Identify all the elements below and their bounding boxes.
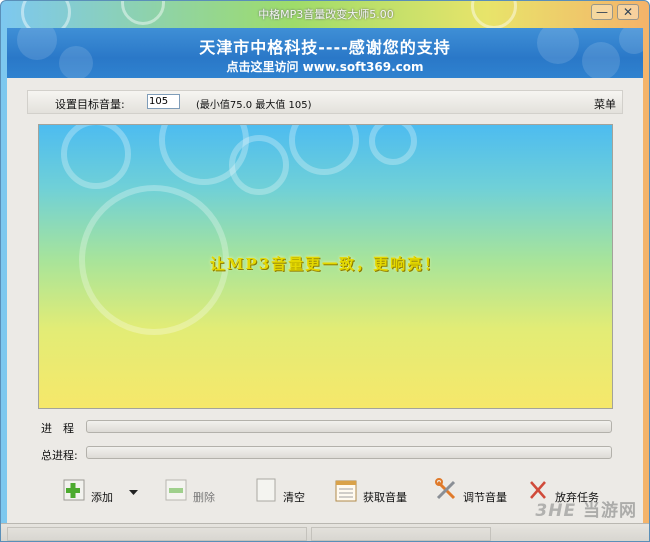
banner-title: 天津市中格科技----感谢您的支持 <box>199 38 451 57</box>
progress-bar <box>86 420 612 433</box>
get-volume-label: 获取音量 <box>363 491 407 504</box>
decor-ring <box>369 125 417 165</box>
calendar-list-icon <box>335 480 357 502</box>
total-progress-bar <box>86 446 612 459</box>
title-bar[interactable]: 中格MP3音量改变大师5.00 — ✕ <box>1 1 649 37</box>
window-title: 中格MP3音量改变大师5.00 <box>258 8 394 21</box>
main-panel: 设置目标音量: (最小值75.0 最大值 105) 菜单 让MP3音量更一致，更… <box>7 78 643 523</box>
action-toolbar: 添加 删除 清空 获取音量 调节音量 放弃任务 <box>55 475 615 515</box>
add-label: 添加 <box>91 491 113 504</box>
promo-banner[interactable]: 天津市中格科技----感谢您的支持 点击这里访问 www.soft369.com <box>7 28 643 78</box>
target-volume-input[interactable] <box>147 94 180 109</box>
target-volume-label: 设置目标音量: <box>55 98 125 111</box>
delete-label: 删除 <box>193 491 215 504</box>
plus-icon <box>63 479 85 501</box>
settings-row: 设置目标音量: (最小值75.0 最大值 105) 菜单 <box>27 90 623 114</box>
add-button[interactable]: 添加 <box>63 478 143 508</box>
clear-label: 清空 <box>283 491 305 504</box>
adjust-volume-button[interactable]: 调节音量 <box>435 478 515 508</box>
progress-label: 进 程 <box>41 422 74 435</box>
banner-link[interactable]: 点击这里访问 www.soft369.com <box>7 58 643 75</box>
minimize-button[interactable]: — <box>591 4 613 20</box>
close-icon: ✕ <box>622 5 634 19</box>
get-volume-button[interactable]: 获取音量 <box>335 478 415 508</box>
drop-area[interactable]: 让MP3音量更一致，更响亮！ <box>38 124 613 409</box>
status-segment <box>7 527 307 541</box>
wrench-screwdriver-icon <box>435 478 456 500</box>
site-watermark: 3HE 当游网 <box>535 496 637 521</box>
minimize-icon: — <box>596 5 608 19</box>
total-progress-label: 总进程: <box>41 449 78 462</box>
close-button[interactable]: ✕ <box>617 4 639 20</box>
slogan-text: 让MP3音量更一致，更响亮！ <box>209 255 442 273</box>
status-segment <box>311 527 491 541</box>
menu-button[interactable]: 菜单 <box>594 96 616 112</box>
delete-button[interactable]: 删除 <box>165 478 225 508</box>
clear-button[interactable]: 清空 <box>255 478 315 508</box>
add-dropdown-icon[interactable] <box>129 490 138 496</box>
minus-icon <box>165 479 187 501</box>
decor-ring <box>61 125 131 189</box>
volume-range-text: (最小值75.0 最大值 105) <box>196 100 312 111</box>
watermark-brand: 3HE <box>535 501 577 521</box>
watermark-site: 当游网 <box>583 501 637 521</box>
adjust-volume-label: 调节音量 <box>463 491 507 504</box>
decor-ring <box>289 125 359 175</box>
app-window: 中格MP3音量改变大师5.00 — ✕ 天津市中格科技----感谢您的支持 点击… <box>0 0 650 542</box>
blank-page-icon <box>256 478 276 502</box>
decor-ring <box>229 135 289 195</box>
status-bar <box>1 523 649 541</box>
